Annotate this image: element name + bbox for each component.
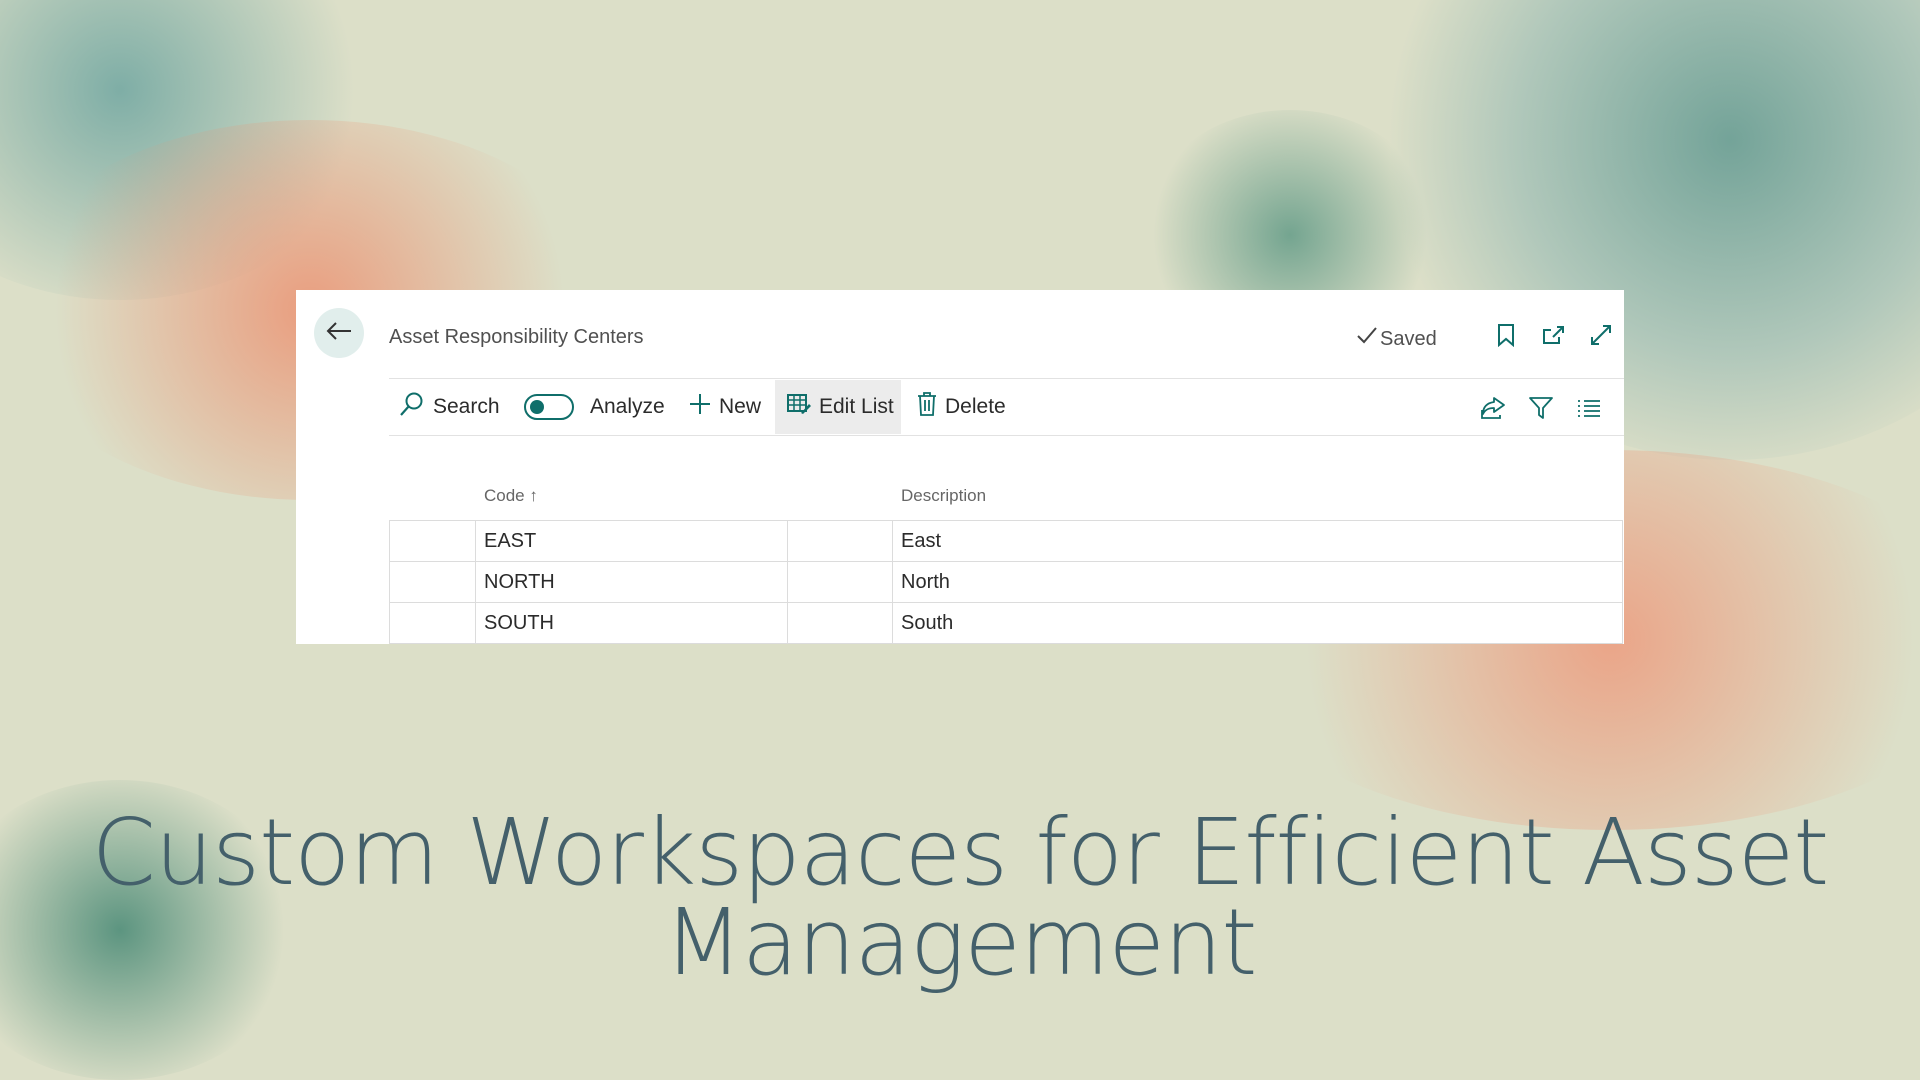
action-bar: Search Analyze New Edit List Delete xyxy=(389,380,1624,434)
new-button[interactable]: New xyxy=(689,380,761,434)
data-grid: EAST East NORTH North SOUTH South xyxy=(389,520,1623,644)
edit-list-icon xyxy=(787,393,811,421)
analyze-toggle[interactable]: Analyze xyxy=(524,380,665,434)
table-row[interactable]: EAST East xyxy=(389,520,1623,562)
page-title: Asset Responsibility Centers xyxy=(389,326,644,348)
new-label: New xyxy=(719,395,762,418)
bookmark-icon[interactable] xyxy=(1493,322,1519,348)
back-arrow-icon xyxy=(326,321,352,346)
toggle-switch[interactable] xyxy=(524,394,574,420)
banner-title-line-1: Custom Workspaces for Efficient Asset xyxy=(91,799,1830,906)
table-row[interactable]: SOUTH South xyxy=(389,602,1623,644)
header-divider xyxy=(389,378,1624,379)
spacer-cell xyxy=(787,520,893,562)
code-cell[interactable]: EAST xyxy=(475,520,788,562)
delete-button[interactable]: Delete xyxy=(917,380,1006,434)
column-header-description[interactable]: Description xyxy=(901,486,986,506)
list-view-icon[interactable] xyxy=(1575,394,1603,422)
delete-icon xyxy=(917,392,937,422)
spacer-cell xyxy=(787,602,893,644)
row-selector-cell[interactable] xyxy=(389,602,476,644)
sort-ascending-icon: ↑ xyxy=(529,486,538,505)
saved-label: Saved xyxy=(1380,327,1437,350)
delete-label: Delete xyxy=(945,395,1006,418)
filter-icon[interactable] xyxy=(1527,394,1555,422)
saved-status: Saved xyxy=(1356,326,1437,352)
table-row[interactable]: NORTH North xyxy=(389,561,1623,603)
search-button[interactable]: Search xyxy=(397,380,502,434)
spacer-cell xyxy=(787,561,893,603)
toolbar-divider xyxy=(389,435,1624,436)
description-cell[interactable]: North xyxy=(892,561,1623,603)
search-label: Search xyxy=(433,395,500,418)
back-button[interactable] xyxy=(314,308,364,358)
list-page-panel: Asset Responsibility Centers Saved Searc… xyxy=(296,290,1624,644)
checkmark-icon xyxy=(1356,326,1378,352)
code-cell[interactable]: SOUTH xyxy=(475,602,788,644)
share-icon[interactable] xyxy=(1479,394,1507,422)
edit-list-label: Edit List xyxy=(819,395,894,418)
plus-icon xyxy=(689,393,711,421)
row-selector-cell[interactable] xyxy=(389,520,476,562)
open-new-window-icon[interactable] xyxy=(1541,322,1567,348)
column-header-code[interactable]: Code ↑ xyxy=(484,486,538,506)
column-header-code-label: Code xyxy=(484,486,525,505)
banner-title: Custom Workspaces for Efficient Asset Ma… xyxy=(0,799,1920,996)
description-cell[interactable]: East xyxy=(892,520,1623,562)
description-cell[interactable]: South xyxy=(892,602,1623,644)
expand-icon[interactable] xyxy=(1588,322,1614,348)
code-cell[interactable]: NORTH xyxy=(475,561,788,603)
row-selector-cell[interactable] xyxy=(389,561,476,603)
search-icon xyxy=(399,391,425,423)
edit-list-button[interactable]: Edit List xyxy=(775,380,901,434)
banner-title-line-2: Management xyxy=(663,889,1258,996)
analyze-label: Analyze xyxy=(590,395,665,418)
